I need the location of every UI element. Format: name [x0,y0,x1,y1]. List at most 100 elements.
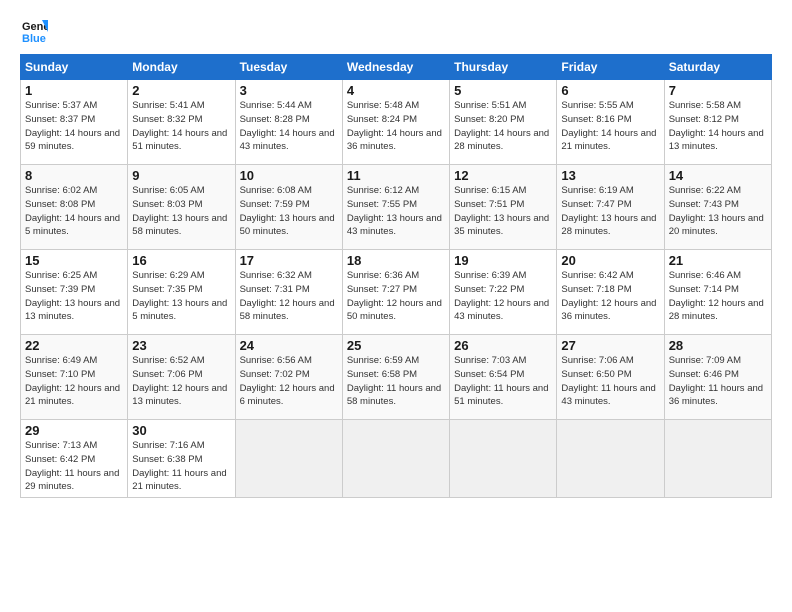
day-info: Sunrise: 6:59 AMSunset: 6:58 PMDaylight:… [347,355,441,407]
days-of-week-row: SundayMondayTuesdayWednesdayThursdayFrid… [21,55,772,80]
calendar-cell: 24 Sunrise: 6:56 AMSunset: 7:02 PMDayligh… [235,335,342,420]
calendar-cell: 1Sunrise: 5:37 AMSunset: 8:37 PMDaylight… [21,80,128,165]
day-info: Sunrise: 6:49 AMSunset: 7:10 PMDaylight:… [25,355,120,407]
day-info: Sunrise: 7:16 AMSunset: 6:38 PMDaylight:… [132,440,226,492]
calendar-cell: 2 Sunrise: 5:41 AMSunset: 8:32 PMDaylight… [128,80,235,165]
day-info: Sunrise: 6:12 AMSunset: 7:55 PMDaylight:… [347,185,442,237]
calendar-cell: 10 Sunrise: 6:08 AMSunset: 7:59 PMDayligh… [235,165,342,250]
day-number: 23 [132,338,230,353]
day-number: 12 [454,168,552,183]
calendar-body: 1Sunrise: 5:37 AMSunset: 8:37 PMDaylight… [21,80,772,498]
day-number: 6 [561,83,659,98]
day-info: Sunrise: 6:19 AMSunset: 7:47 PMDaylight:… [561,185,656,237]
calendar-cell: 11 Sunrise: 6:12 AMSunset: 7:55 PMDayligh… [342,165,449,250]
day-info: Sunrise: 6:32 AMSunset: 7:31 PMDaylight:… [240,270,335,322]
day-number: 17 [240,253,338,268]
calendar-cell: 17 Sunrise: 6:32 AMSunset: 7:31 PMDayligh… [235,250,342,335]
day-number: 8 [25,168,123,183]
calendar-page: General Blue SundayMondayTuesdayWednesda… [0,0,792,612]
day-of-week-wednesday: Wednesday [342,55,449,80]
calendar-cell: 23 Sunrise: 6:52 AMSunset: 7:06 PMDayligh… [128,335,235,420]
calendar-week-2: 8Sunrise: 6:02 AMSunset: 8:08 PMDaylight… [21,165,772,250]
calendar-cell [664,420,771,498]
calendar-cell: 18 Sunrise: 6:36 AMSunset: 7:27 PMDayligh… [342,250,449,335]
day-of-week-sunday: Sunday [21,55,128,80]
day-number: 20 [561,253,659,268]
day-number: 5 [454,83,552,98]
calendar-cell: 9 Sunrise: 6:05 AMSunset: 8:03 PMDaylight… [128,165,235,250]
day-info: Sunrise: 6:46 AMSunset: 7:14 PMDaylight:… [669,270,764,322]
calendar-week-5: 29 Sunrise: 7:13 AMSunset: 6:42 PMDayligh… [21,420,772,498]
day-number: 10 [240,168,338,183]
calendar-cell: 19 Sunrise: 6:39 AMSunset: 7:22 PMDayligh… [450,250,557,335]
day-of-week-tuesday: Tuesday [235,55,342,80]
day-of-week-thursday: Thursday [450,55,557,80]
day-number: 11 [347,168,445,183]
calendar-cell [450,420,557,498]
day-number: 24 [240,338,338,353]
calendar-cell: 14 Sunrise: 6:22 AMSunset: 7:43 PMDayligh… [664,165,771,250]
day-info: Sunrise: 6:08 AMSunset: 7:59 PMDaylight:… [240,185,335,237]
day-of-week-monday: Monday [128,55,235,80]
calendar-cell: 12 Sunrise: 6:15 AMSunset: 7:51 PMDayligh… [450,165,557,250]
calendar-week-3: 15 Sunrise: 6:25 AMSunset: 7:39 PMDayligh… [21,250,772,335]
day-number: 18 [347,253,445,268]
calendar-week-1: 1Sunrise: 5:37 AMSunset: 8:37 PMDaylight… [21,80,772,165]
calendar-table: SundayMondayTuesdayWednesdayThursdayFrid… [20,54,772,498]
day-of-week-friday: Friday [557,55,664,80]
calendar-cell: 25 Sunrise: 6:59 AMSunset: 6:58 PMDayligh… [342,335,449,420]
calendar-cell: 15 Sunrise: 6:25 AMSunset: 7:39 PMDayligh… [21,250,128,335]
day-number: 30 [132,423,230,438]
day-info: Sunrise: 7:03 AMSunset: 6:54 PMDaylight:… [454,355,548,407]
day-number: 21 [669,253,767,268]
day-number: 19 [454,253,552,268]
calendar-cell: 20 Sunrise: 6:42 AMSunset: 7:18 PMDayligh… [557,250,664,335]
calendar-cell [342,420,449,498]
day-info: Sunrise: 5:44 AMSunset: 8:28 PMDaylight:… [240,100,335,152]
day-info: Sunrise: 6:29 AMSunset: 7:35 PMDaylight:… [132,270,227,322]
day-number: 13 [561,168,659,183]
day-number: 2 [132,83,230,98]
calendar-cell [235,420,342,498]
day-info: Sunrise: 5:55 AMSunset: 8:16 PMDaylight:… [561,100,656,152]
calendar-cell: 5 Sunrise: 5:51 AMSunset: 8:20 PMDaylight… [450,80,557,165]
day-number: 15 [25,253,123,268]
day-number: 26 [454,338,552,353]
calendar-cell: 22 Sunrise: 6:49 AMSunset: 7:10 PMDayligh… [21,335,128,420]
svg-text:Blue: Blue [22,33,46,44]
header: General Blue [20,16,772,44]
day-number: 27 [561,338,659,353]
day-number: 3 [240,83,338,98]
day-number: 29 [25,423,123,438]
day-number: 22 [25,338,123,353]
calendar-cell: 16 Sunrise: 6:29 AMSunset: 7:35 PMDayligh… [128,250,235,335]
calendar-cell: 26 Sunrise: 7:03 AMSunset: 6:54 PMDayligh… [450,335,557,420]
calendar-cell: 13 Sunrise: 6:19 AMSunset: 7:47 PMDayligh… [557,165,664,250]
day-info: Sunrise: 5:41 AMSunset: 8:32 PMDaylight:… [132,100,227,152]
day-info: Sunrise: 7:06 AMSunset: 6:50 PMDaylight:… [561,355,655,407]
day-number: 28 [669,338,767,353]
day-info: Sunrise: 6:05 AMSunset: 8:03 PMDaylight:… [132,185,227,237]
day-number: 16 [132,253,230,268]
calendar-cell: 6 Sunrise: 5:55 AMSunset: 8:16 PMDaylight… [557,80,664,165]
day-info: Sunrise: 7:13 AMSunset: 6:42 PMDaylight:… [25,440,119,492]
day-info: Sunrise: 6:25 AMSunset: 7:39 PMDaylight:… [25,270,120,322]
day-info: Sunrise: 6:56 AMSunset: 7:02 PMDaylight:… [240,355,335,407]
day-info: Sunrise: 6:36 AMSunset: 7:27 PMDaylight:… [347,270,442,322]
day-number: 25 [347,338,445,353]
day-info: Sunrise: 5:37 AMSunset: 8:37 PMDaylight:… [25,100,120,152]
day-info: Sunrise: 5:51 AMSunset: 8:20 PMDaylight:… [454,100,549,152]
day-number: 7 [669,83,767,98]
day-info: Sunrise: 6:22 AMSunset: 7:43 PMDaylight:… [669,185,764,237]
day-info: Sunrise: 6:52 AMSunset: 7:06 PMDaylight:… [132,355,227,407]
calendar-cell: 4Sunrise: 5:48 AMSunset: 8:24 PMDaylight… [342,80,449,165]
day-number: 9 [132,168,230,183]
calendar-cell: 3 Sunrise: 5:44 AMSunset: 8:28 PMDaylight… [235,80,342,165]
day-info: Sunrise: 6:15 AMSunset: 7:51 PMDaylight:… [454,185,549,237]
day-info: Sunrise: 6:42 AMSunset: 7:18 PMDaylight:… [561,270,656,322]
day-info: Sunrise: 6:39 AMSunset: 7:22 PMDaylight:… [454,270,549,322]
calendar-cell: 8Sunrise: 6:02 AMSunset: 8:08 PMDaylight… [21,165,128,250]
calendar-week-4: 22 Sunrise: 6:49 AMSunset: 7:10 PMDayligh… [21,335,772,420]
logo-icon: General Blue [20,16,48,44]
day-number: 14 [669,168,767,183]
